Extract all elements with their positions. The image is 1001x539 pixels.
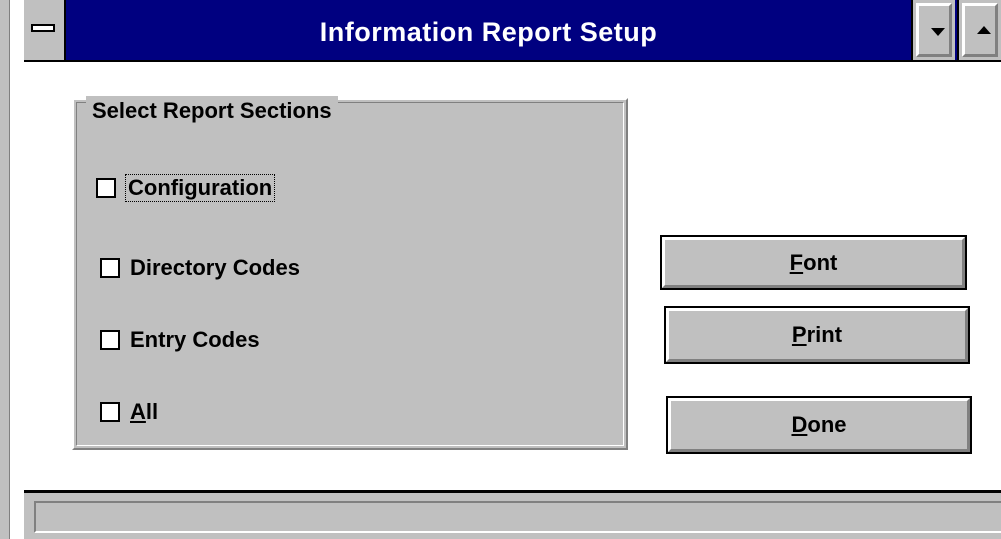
system-menu-button[interactable] xyxy=(24,0,66,60)
configuration-label: Configuration xyxy=(124,174,276,202)
window-frame-left xyxy=(0,0,10,539)
option-configuration[interactable]: Configuration xyxy=(96,172,276,204)
report-sections-group: Select Report Sections Configuration Dir… xyxy=(72,96,628,450)
minimize-button[interactable] xyxy=(911,0,955,60)
all-checkbox[interactable] xyxy=(100,402,120,422)
group-label: Select Report Sections xyxy=(86,96,338,126)
done-button[interactable]: Done xyxy=(666,396,972,454)
print-button[interactable]: Print xyxy=(664,306,970,364)
entry-codes-checkbox[interactable] xyxy=(100,330,120,350)
status-bar xyxy=(24,490,1001,539)
title-bar[interactable]: Information Report Setup xyxy=(24,0,1001,62)
font-button[interactable]: Font xyxy=(660,235,967,290)
option-directory-codes[interactable]: Directory Codes xyxy=(100,252,300,284)
all-label: All xyxy=(130,399,159,424)
entry-codes-label: Entry Codes xyxy=(130,327,260,352)
status-text xyxy=(34,501,1001,533)
minimize-arrow-icon xyxy=(931,28,945,36)
window-title: Information Report Setup xyxy=(319,17,658,47)
maximize-button[interactable] xyxy=(957,0,1001,60)
option-entry-codes[interactable]: Entry Codes xyxy=(100,324,260,356)
configuration-checkbox[interactable] xyxy=(96,178,116,198)
maximize-arrow-icon xyxy=(977,26,991,34)
directory-codes-checkbox[interactable] xyxy=(100,258,120,278)
option-all[interactable]: All xyxy=(100,396,158,428)
system-menu-icon xyxy=(31,24,55,32)
report-setup-window: Information Report Setup Select Report S… xyxy=(24,0,1001,539)
directory-codes-label: Directory Codes xyxy=(130,255,300,280)
